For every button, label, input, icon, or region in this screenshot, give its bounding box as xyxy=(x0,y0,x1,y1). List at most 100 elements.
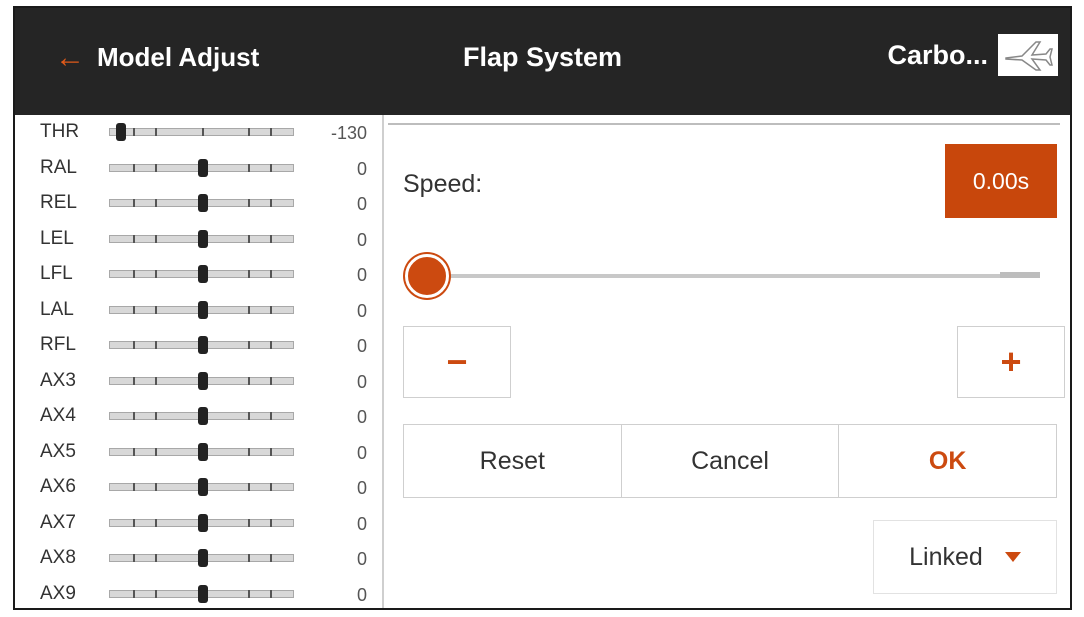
channel-position-marker xyxy=(197,549,208,567)
channel-bar-tick xyxy=(133,128,136,136)
channel-bar xyxy=(109,584,294,603)
action-button-group: Reset Cancel OK xyxy=(403,424,1057,498)
decrement-button[interactable]: − xyxy=(403,326,511,398)
channel-row: LFL 0 xyxy=(15,261,375,287)
channel-label: AX9 xyxy=(40,582,76,604)
channel-bar-tick xyxy=(133,447,136,456)
channel-label: AX7 xyxy=(40,511,76,533)
channel-bar-tick xyxy=(247,554,250,562)
channel-bar xyxy=(109,158,294,177)
channel-bar-tick xyxy=(247,270,250,278)
mode-dropdown[interactable]: Linked xyxy=(873,520,1057,594)
channel-bar-tick xyxy=(133,305,136,314)
channel-label: REL xyxy=(40,192,77,213)
channel-bar xyxy=(109,371,294,390)
channel-bar xyxy=(109,478,294,496)
channel-bar-tick xyxy=(155,305,158,314)
airplane-icon xyxy=(998,34,1058,76)
channel-row: AX5 0 xyxy=(15,439,375,465)
channel-bar-tick xyxy=(201,128,204,136)
channel-bar xyxy=(109,229,294,248)
channel-bar-tick xyxy=(155,589,158,598)
channel-bar-tick xyxy=(269,554,272,562)
channel-bar xyxy=(109,513,294,532)
channel-bar-tick xyxy=(247,128,250,136)
channel-position-marker xyxy=(197,229,208,248)
channel-bar-tick xyxy=(133,376,136,385)
channel-bar-tick xyxy=(133,518,136,527)
channel-value: 0 xyxy=(356,194,367,214)
channel-bar-tick xyxy=(133,341,136,349)
channel-value: 0 xyxy=(356,336,367,356)
speed-value-button[interactable]: 0.00s xyxy=(945,144,1057,218)
channel-bar-tick xyxy=(269,128,272,136)
channel-bar-tick xyxy=(247,234,250,243)
model-name: Carbo... xyxy=(887,39,988,70)
channel-bar-tick xyxy=(247,412,250,420)
channel-row: AX8 0 xyxy=(15,545,375,571)
channel-bar xyxy=(109,549,294,567)
channel-bar-tick xyxy=(133,234,136,243)
channel-bar xyxy=(109,194,294,212)
panel-divider xyxy=(382,115,384,608)
channel-position-marker xyxy=(197,336,208,354)
channel-position-marker xyxy=(197,194,208,212)
channel-bar-tick xyxy=(155,412,158,420)
channel-bar-tick xyxy=(269,447,272,456)
channel-position-marker xyxy=(197,478,208,496)
channel-value: 0 xyxy=(356,158,367,179)
channel-bar-tick xyxy=(247,199,250,207)
header-bar: ← Model Adjust Flap System Carbo... xyxy=(15,8,1070,115)
speed-label: Speed: xyxy=(403,170,483,198)
channel-value: 0 xyxy=(356,300,367,321)
channel-position-marker xyxy=(197,371,208,390)
channel-bar-tick xyxy=(269,305,272,314)
channel-label: LEL xyxy=(40,227,74,249)
channel-bar-tick xyxy=(247,483,250,491)
channel-bar-tick xyxy=(247,518,250,527)
cancel-button[interactable]: Cancel xyxy=(622,425,840,497)
ok-button[interactable]: OK xyxy=(839,425,1056,497)
increment-button[interactable]: + xyxy=(957,326,1065,398)
speed-slider-track[interactable] xyxy=(425,274,1040,278)
channel-position-marker xyxy=(116,123,127,141)
channel-bar-tick xyxy=(269,234,272,243)
channel-bar-tick xyxy=(247,376,250,385)
channel-bar xyxy=(109,442,294,461)
channel-bar-tick xyxy=(269,376,272,385)
channel-bar-tick xyxy=(155,199,158,207)
channel-monitor: THR -130 RAL 0 REL 0 LEL 0 LFL 0 LAL 0 RFL 0 AX3 0 AX4 0 A… xyxy=(15,115,375,608)
channel-row: AX6 0 xyxy=(15,474,375,500)
channel-value: 0 xyxy=(356,513,367,534)
channel-bar xyxy=(109,123,294,141)
speed-slider-thumb[interactable] xyxy=(405,254,449,298)
channel-row: THR -130 xyxy=(15,119,375,145)
channel-row: AX4 0 xyxy=(15,403,375,429)
app-frame: ← Model Adjust Flap System Carbo... THR -… xyxy=(13,6,1072,610)
channel-row: RFL 0 xyxy=(15,332,375,358)
channel-value: -130 xyxy=(330,123,367,143)
channel-position-marker xyxy=(197,513,208,532)
mode-dropdown-value: Linked xyxy=(909,542,983,571)
channel-value: 0 xyxy=(356,478,367,498)
model-selector[interactable]: Carbo... xyxy=(887,34,1058,76)
channel-bar-tick xyxy=(133,589,136,598)
channel-bar-tick xyxy=(269,589,272,598)
channel-bar-tick xyxy=(155,163,158,172)
channel-bar-tick xyxy=(269,199,272,207)
channel-position-marker xyxy=(197,407,208,425)
channel-bar-tick xyxy=(133,412,136,420)
channel-bar-tick xyxy=(269,518,272,527)
channel-bar-tick xyxy=(133,163,136,172)
channel-bar-tick xyxy=(155,128,158,136)
channel-bar-tick xyxy=(133,270,136,278)
channel-bar-tick xyxy=(247,447,250,456)
channel-bar-tick xyxy=(269,270,272,278)
channel-bar-tick xyxy=(133,554,136,562)
channel-label: AX5 xyxy=(40,440,76,462)
channel-value: 0 xyxy=(356,371,367,392)
channel-bar-tick xyxy=(155,341,158,349)
reset-button[interactable]: Reset xyxy=(404,425,622,497)
channel-label: AX8 xyxy=(40,547,76,568)
channel-bar-tick xyxy=(247,341,250,349)
